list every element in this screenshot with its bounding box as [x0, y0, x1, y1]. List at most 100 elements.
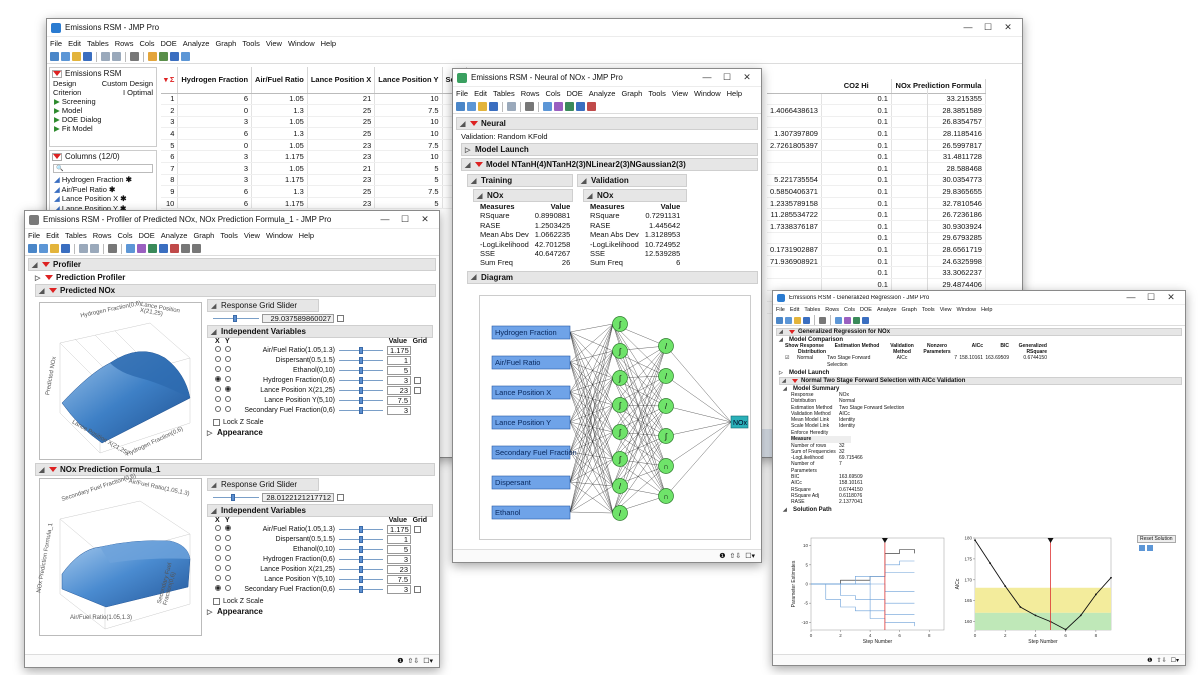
independent-variables-outline[interactable]: ◢ Independent Variables — [207, 325, 433, 338]
iv-value[interactable]: 7.5 — [387, 574, 411, 584]
table-row[interactable]: 6 3 1.175 23 10 — [161, 150, 468, 164]
menu-view[interactable]: View — [266, 39, 282, 48]
column-search-input[interactable]: 🔍 — [53, 164, 153, 173]
table-row[interactable]: 71.936908921 0.1 24.6325998 — [767, 255, 986, 268]
help-tool-icon[interactable] — [554, 102, 563, 111]
training-response-outline[interactable]: ◢ NOx — [473, 189, 573, 202]
appearance-outline[interactable]: ▷ Appearance — [207, 607, 437, 616]
info-icon[interactable]: ❶ — [719, 552, 725, 560]
col-header[interactable]: Air/Fuel Ratio — [251, 67, 308, 94]
menu-edit[interactable]: Edit — [790, 307, 799, 313]
reset-solution-button[interactable]: Reset Solution — [1137, 535, 1176, 543]
menu-view[interactable]: View — [940, 307, 952, 313]
hidden-node[interactable]: ∫ — [658, 428, 674, 444]
menu-file[interactable]: File — [50, 39, 62, 48]
y-radio[interactable] — [225, 555, 231, 561]
neural-outline[interactable]: ◢ Neural — [456, 117, 758, 130]
x-radio[interactable] — [215, 525, 221, 531]
input-node[interactable]: Ethanol — [491, 505, 571, 520]
iv-value[interactable]: 1.175 — [387, 524, 411, 534]
columns-red-triangle-icon[interactable] — [52, 152, 62, 161]
hidden-node[interactable]: / — [612, 505, 628, 521]
response-grid-slider-outline[interactable]: ◢ Response Grid Slider — [207, 478, 319, 491]
columns-panel-header[interactable]: Columns (12/0) — [50, 151, 156, 162]
menu-rows[interactable]: Rows — [93, 231, 112, 240]
navigate-icon[interactable]: ⇧⇩ — [1157, 657, 1167, 664]
genreg-model-launch-outline[interactable]: ▷ Model Launch — [779, 370, 1185, 376]
script-screening[interactable]: ▶ Screening — [54, 97, 156, 106]
close-icon[interactable]: ✕ — [737, 72, 757, 83]
arrow-tool-icon[interactable] — [126, 244, 135, 253]
folder-icon[interactable] — [72, 52, 81, 61]
minimize-icon[interactable]: — — [958, 22, 978, 33]
step-forward-icon[interactable] — [1147, 545, 1153, 551]
y-radio[interactable] — [225, 535, 231, 541]
table-icon[interactable] — [148, 52, 157, 61]
x-radio[interactable] — [215, 386, 221, 392]
open-icon[interactable] — [467, 102, 476, 111]
model-launch-outline[interactable]: ▷ Model Launch — [461, 143, 758, 156]
zoom-tool-icon[interactable] — [159, 244, 168, 253]
lock-z-row[interactable]: Lock Z Scale — [213, 598, 437, 605]
table-row[interactable]: 0.1 33.3062237 — [767, 266, 986, 279]
y-radio[interactable] — [225, 406, 231, 412]
save-icon[interactable] — [489, 102, 498, 111]
x-radio[interactable] — [215, 376, 221, 382]
training-outline[interactable]: ◢ Training — [467, 174, 573, 187]
menu-cols[interactable]: Cols — [844, 307, 855, 313]
table-row[interactable]: 0.1731902887 0.1 28.6561719 — [767, 243, 986, 256]
hidden-node[interactable]: / — [658, 338, 674, 354]
table-row[interactable]: 1 6 1.05 21 10 — [161, 93, 468, 106]
minimize-icon[interactable]: — — [375, 214, 395, 225]
menu-rows[interactable]: Rows — [825, 307, 839, 313]
menu-doe[interactable]: DOE — [139, 231, 155, 240]
aicc-plot[interactable]: 180 175 170 165 160 0 2 4 6 8 Step Number AICc — [953, 534, 1115, 646]
nox-formula-red-triangle-icon[interactable] — [49, 467, 57, 472]
table-row[interactable]: 4 6 1.3 25 10 — [161, 127, 468, 140]
hidden-node[interactable]: / — [658, 398, 674, 414]
folder-icon[interactable] — [478, 102, 487, 111]
table-row[interactable]: 3 3 1.05 25 10 — [161, 116, 468, 129]
new-table-icon[interactable] — [776, 316, 783, 324]
validation-outline[interactable]: ◢ Validation — [577, 174, 687, 187]
hidden-node[interactable]: ∫ — [612, 397, 628, 413]
iv-value[interactable]: 5 — [387, 365, 411, 375]
table-row[interactable]: 0.1 28.588468 — [767, 162, 986, 175]
row-number[interactable]: 3 — [161, 116, 179, 129]
menu-file[interactable]: File — [456, 89, 468, 98]
save-icon[interactable] — [61, 244, 70, 253]
table-row[interactable]: 0.1 31.4811728 — [767, 150, 986, 164]
navigate-icon[interactable]: ⇧⇩ — [729, 552, 741, 560]
table-row[interactable]: 10 6 1.175 23 5 — [161, 197, 468, 210]
menu-tables[interactable]: Tables — [65, 231, 87, 240]
menu-help[interactable]: Help — [981, 307, 992, 313]
y-radio[interactable] — [225, 545, 231, 551]
neural-red-triangle-icon[interactable] — [470, 121, 478, 126]
menu-tables[interactable]: Tables — [493, 89, 515, 98]
iv-slider[interactable] — [339, 565, 383, 574]
col-header[interactable]: CO2 Hi — [821, 79, 892, 94]
close-icon[interactable]: ✕ — [998, 22, 1018, 33]
menu-tables[interactable]: Tables — [804, 307, 820, 313]
grid-checkbox[interactable] — [414, 525, 421, 533]
menu-doe[interactable]: DOE — [161, 39, 177, 48]
arrow-tool-icon[interactable] — [835, 316, 842, 324]
x-radio[interactable] — [215, 406, 221, 412]
column-item[interactable]: ◢ Lance Position X ✱ — [54, 194, 156, 204]
grabber-tool-icon[interactable] — [853, 316, 860, 324]
menu-help[interactable]: Help — [321, 39, 336, 48]
zoom-tool-icon[interactable] — [862, 316, 869, 324]
dropdown-icon[interactable]: ☐▾ — [423, 657, 433, 665]
iv-slider[interactable] — [339, 545, 383, 554]
chart-icon[interactable] — [170, 52, 179, 61]
brush-tool-icon[interactable] — [181, 244, 190, 253]
hidden-node[interactable]: ∫ — [612, 451, 628, 467]
menu-rows[interactable]: Rows — [115, 39, 134, 48]
model-outline[interactable]: ◢ Model NTanH(4)NTanH2(3)NLinear2(3)NGaus… — [461, 158, 758, 171]
lock-z-checkbox[interactable] — [213, 419, 220, 426]
y-radio[interactable] — [225, 585, 231, 591]
open-icon[interactable] — [39, 244, 48, 253]
menu-view[interactable]: View — [244, 231, 260, 240]
iv-value[interactable]: 5 — [387, 544, 411, 554]
x-radio[interactable] — [215, 555, 221, 561]
